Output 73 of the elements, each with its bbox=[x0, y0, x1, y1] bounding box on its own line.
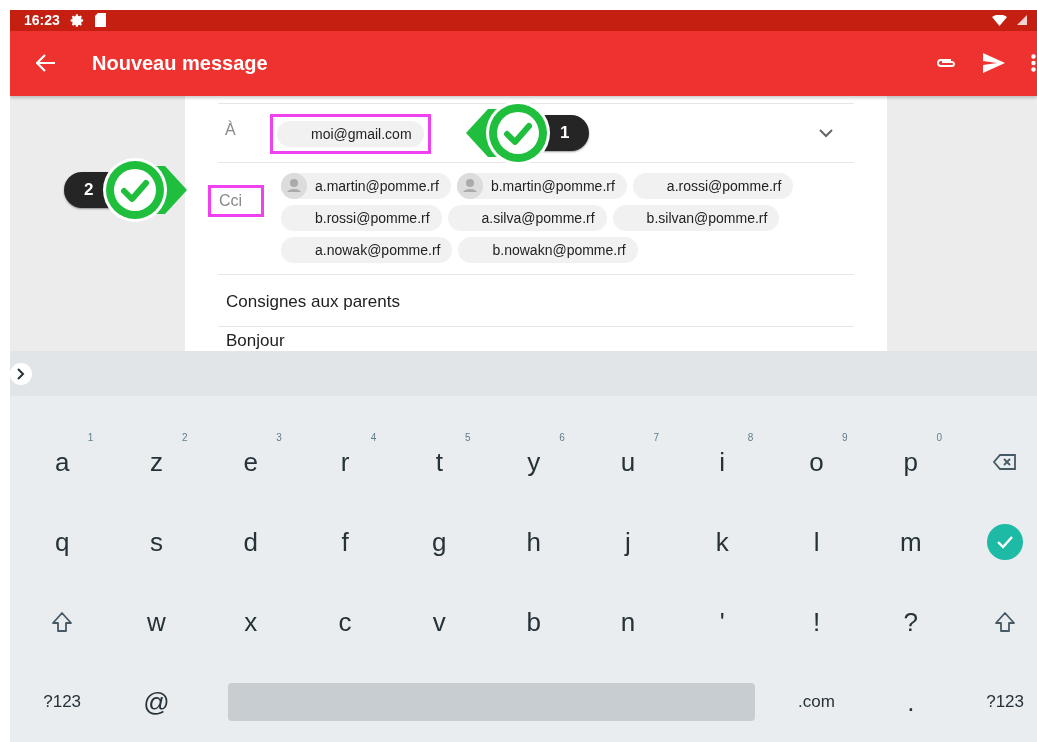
key[interactable]: q bbox=[15, 502, 110, 582]
sd-card-icon bbox=[94, 13, 106, 28]
recipient-chip[interactable]: a.rossi@pomme.rf bbox=[632, 173, 794, 199]
key-hint: 6 bbox=[559, 432, 565, 443]
backspace-icon bbox=[993, 453, 1018, 471]
key[interactable]: c bbox=[297, 582, 393, 662]
key[interactable]: f bbox=[297, 502, 393, 582]
key[interactable]: h bbox=[486, 502, 581, 582]
recipient-chip[interactable]: b.rossi@pomme.rf bbox=[281, 205, 442, 231]
key[interactable]: b bbox=[486, 582, 581, 662]
recipient-chip[interactable]: b.martin@pomme.rf bbox=[456, 173, 627, 199]
key[interactable]: r 4 bbox=[297, 422, 393, 502]
key-hint: 1 bbox=[87, 432, 94, 443]
key[interactable]: a 1 bbox=[15, 422, 110, 502]
key-hint: 3 bbox=[276, 432, 282, 443]
key[interactable]: ' bbox=[675, 582, 770, 662]
key-hint: 7 bbox=[653, 432, 660, 443]
check-icon bbox=[987, 524, 1024, 560]
shift-icon bbox=[51, 611, 74, 633]
key[interactable]: o 9 bbox=[769, 422, 864, 502]
key[interactable]: u 7 bbox=[580, 422, 676, 502]
key[interactable]: e 3 bbox=[203, 422, 298, 502]
recipient-chip[interactable]: a.silva@pomme.rf bbox=[447, 205, 607, 231]
key[interactable]: ?123 bbox=[957, 662, 1037, 742]
key[interactable]: j bbox=[580, 502, 676, 582]
key[interactable]: d bbox=[203, 502, 298, 582]
key-hint: 2 bbox=[182, 432, 188, 443]
back-arrow-icon[interactable] bbox=[36, 54, 56, 73]
message-body[interactable]: Bonjour bbox=[226, 331, 285, 351]
key[interactable]: i 8 bbox=[675, 422, 770, 502]
recipient-chip[interactable]: b.silvan@pomme.rf bbox=[612, 205, 780, 231]
recipient-chip[interactable]: moi@gmail.com bbox=[277, 121, 424, 147]
key-hint: 0 bbox=[936, 432, 942, 443]
key[interactable]: s bbox=[109, 502, 204, 582]
key[interactable]: y 6 bbox=[486, 422, 581, 502]
key[interactable]: w bbox=[109, 582, 204, 662]
key-hint: 4 bbox=[370, 432, 377, 443]
key[interactable]: ! bbox=[769, 582, 864, 662]
chevron-right-icon[interactable] bbox=[10, 362, 32, 385]
key[interactable]: ?123 bbox=[15, 662, 110, 742]
key[interactable]: l bbox=[769, 502, 864, 582]
toolbar-title: Nouveau message bbox=[92, 51, 269, 75]
send-icon bbox=[983, 53, 1005, 74]
key[interactable]: . bbox=[863, 662, 958, 742]
recipient-chip[interactable]: a.nowak@pomme.rf bbox=[281, 237, 453, 263]
gear-icon bbox=[69, 12, 85, 28]
key[interactable]: ? bbox=[863, 582, 958, 662]
recipient-chip[interactable]: a.martin@pomme.rf bbox=[281, 173, 451, 199]
signal-icon bbox=[1017, 15, 1027, 26]
status-time: 16:23 bbox=[24, 12, 60, 29]
key-hint: 9 bbox=[842, 432, 848, 443]
key[interactable]: n bbox=[580, 582, 676, 662]
recipient-chip[interactable]: b.nowakn@pomme.rf bbox=[458, 237, 638, 263]
wifi-icon bbox=[992, 14, 1007, 26]
key[interactable]: z 2 bbox=[109, 422, 204, 502]
chevron-down-icon[interactable] bbox=[819, 129, 833, 138]
key-hint: 5 bbox=[464, 432, 471, 443]
key[interactable]: v bbox=[392, 582, 487, 662]
to-label: À bbox=[224, 119, 237, 140]
key[interactable]: p 0 bbox=[863, 422, 958, 502]
key[interactable]: m bbox=[863, 502, 958, 582]
key[interactable]: k bbox=[675, 502, 770, 582]
key[interactable]: t 5 bbox=[392, 422, 487, 502]
key[interactable]: @ bbox=[109, 662, 204, 742]
subject-text[interactable]: Consignes aux parents bbox=[226, 292, 400, 312]
more-icon bbox=[1030, 54, 1036, 73]
key[interactable]: g bbox=[392, 502, 487, 582]
key[interactable]: .com bbox=[769, 662, 864, 742]
paperclip-icon bbox=[935, 57, 957, 70]
bcc-label: Cci bbox=[211, 188, 261, 214]
key-hint: 8 bbox=[747, 432, 754, 443]
shift-icon bbox=[994, 611, 1017, 633]
key[interactable]: x bbox=[203, 582, 298, 662]
